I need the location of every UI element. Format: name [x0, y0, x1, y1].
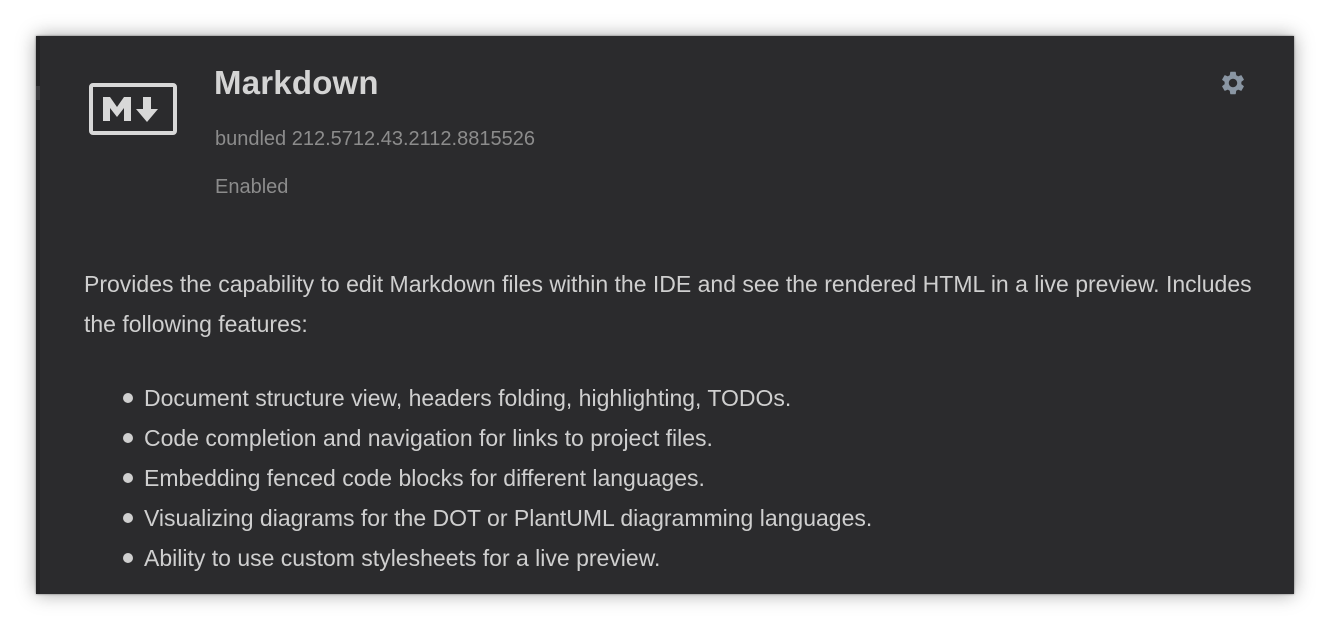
list-item: Code completion and navigation for links…	[120, 418, 872, 458]
bullet-icon	[123, 433, 133, 443]
bullet-icon	[123, 393, 133, 403]
plugin-details-panel: Markdown bundled 212.5712.43.2112.881552…	[36, 36, 1294, 594]
feature-text: Embedding fenced code blocks for differe…	[144, 465, 705, 491]
feature-text: Visualizing diagrams for the DOT or Plan…	[144, 505, 873, 531]
plugin-description: Provides the capability to edit Markdown…	[84, 271, 1252, 337]
list-item: Ability to use custom stylesheets for a …	[120, 538, 872, 578]
panel-border-mark	[36, 86, 40, 100]
feature-text: Ability to use custom stylesheets for a …	[144, 545, 661, 571]
list-item: Document structure view, headers folding…	[120, 378, 872, 418]
bullet-icon	[123, 553, 133, 563]
markdown-logo-icon	[89, 83, 177, 135]
feature-text: Document structure view, headers folding…	[144, 385, 792, 411]
bullet-icon	[123, 473, 133, 483]
gear-icon[interactable]	[1219, 69, 1247, 97]
feature-list: Document structure view, headers folding…	[120, 378, 872, 578]
list-item: Visualizing diagrams for the DOT or Plan…	[120, 498, 872, 538]
feature-text: Code completion and navigation for links…	[144, 425, 713, 451]
plugin-status: Enabled	[215, 176, 289, 198]
panel-left-border	[36, 36, 40, 594]
plugin-title: Markdown	[214, 64, 379, 101]
bullet-icon	[123, 513, 133, 523]
plugin-version: bundled 212.5712.43.2112.8815526	[215, 128, 535, 150]
list-item: Embedding fenced code blocks for differe…	[120, 458, 872, 498]
